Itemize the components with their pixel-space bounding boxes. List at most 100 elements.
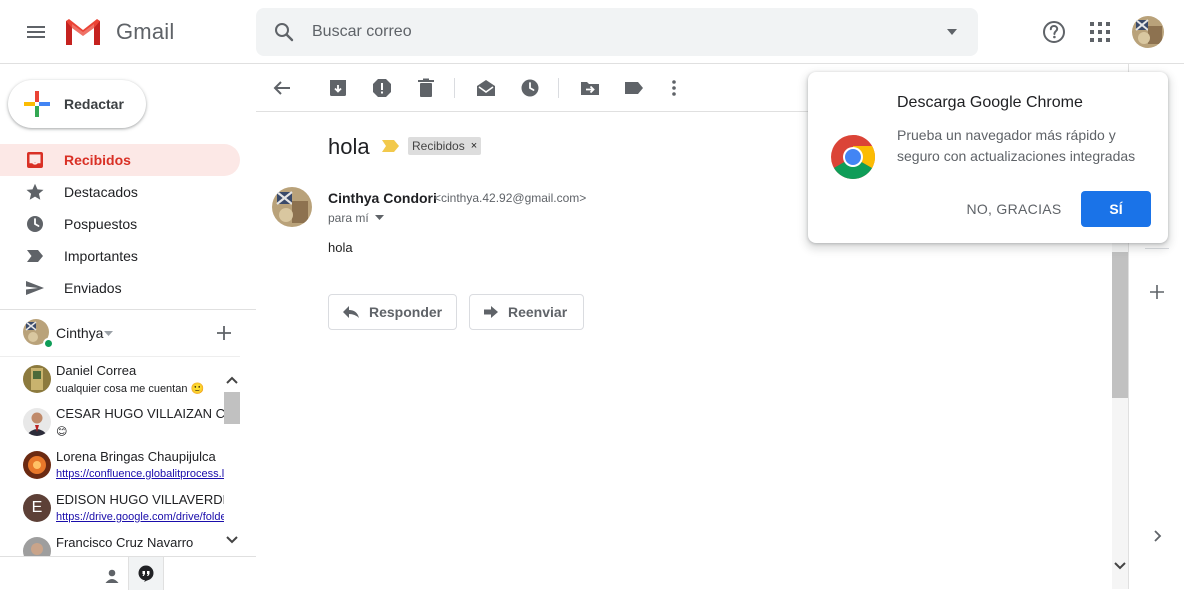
- search-icon[interactable]: [272, 20, 296, 44]
- scrollbar-thumb[interactable]: [224, 392, 240, 424]
- label-tag-icon[interactable]: [622, 76, 646, 100]
- remove-label-icon[interactable]: ×: [471, 140, 477, 152]
- top-header: Gmail: [0, 0, 1184, 64]
- compose-label: Redactar: [64, 96, 124, 112]
- contact-avatar: [23, 365, 51, 393]
- contact-name: Lorena Bringas Chaupijulca: [56, 449, 216, 464]
- clock-icon: [25, 214, 49, 234]
- sidebar-item-label: Recibidos: [64, 152, 131, 168]
- toolbar-separator: [558, 78, 559, 98]
- add-addon-plus-icon[interactable]: [1147, 282, 1167, 302]
- recipient-text: para mí: [328, 211, 369, 225]
- expand-panel-chevron-icon[interactable]: [1149, 528, 1165, 544]
- contact-name: Daniel Correa: [56, 363, 137, 378]
- status-caret-icon[interactable]: [104, 331, 113, 337]
- promo-body: Prueba un navegador más rápido y seguro …: [897, 127, 1136, 164]
- contact-item[interactable]: Lorena Bringas Chaupijulca https://confl…: [0, 443, 224, 486]
- online-status-dot: [43, 338, 54, 349]
- help-button[interactable]: [1038, 16, 1070, 48]
- contact-last-message: 😊: [56, 426, 68, 438]
- sidebar-item-label: Importantes: [64, 248, 138, 264]
- recipient-details[interactable]: para mí: [328, 211, 384, 225]
- important-marker-icon[interactable]: [382, 140, 400, 152]
- more-options-icon[interactable]: [662, 76, 686, 100]
- sender-avatar[interactable]: [272, 187, 312, 227]
- search-bar: [256, 8, 978, 56]
- sidebar-item-important[interactable]: Importantes: [0, 240, 240, 272]
- move-to-icon[interactable]: [578, 76, 602, 100]
- search-input[interactable]: [312, 8, 872, 56]
- left-sidebar: Redactar Recibidos Destacados Pospuestos…: [0, 64, 256, 590]
- sidebar-item-starred[interactable]: Destacados: [0, 176, 240, 208]
- compose-button[interactable]: Redactar: [8, 80, 146, 128]
- toolbar-separator: [454, 78, 455, 98]
- main-menu-button[interactable]: [14, 12, 58, 52]
- contact-last-message-link[interactable]: https://drive.google.com/drive/folde: [56, 511, 224, 523]
- contact-name: CESAR HUGO VILLAIZAN C: [56, 406, 224, 421]
- star-icon: [25, 182, 49, 202]
- promo-accept-button[interactable]: SÍ: [1081, 191, 1151, 227]
- sidebar-divider: [0, 309, 256, 310]
- forward-label: Reenviar: [508, 304, 568, 320]
- sender-name: Cinthya Condori: [328, 190, 437, 206]
- contacts-person-icon[interactable]: [96, 563, 128, 589]
- archive-icon[interactable]: [326, 76, 350, 100]
- back-arrow-icon[interactable]: [270, 76, 294, 100]
- sidebar-item-label: Destacados: [64, 184, 138, 200]
- sidebar-item-label: Enviados: [64, 280, 122, 296]
- gmail-logo[interactable]: Gmail: [64, 16, 174, 48]
- add-conversation-icon[interactable]: [216, 325, 232, 341]
- forward-button[interactable]: Reenviar: [469, 294, 584, 330]
- delete-icon[interactable]: [414, 76, 438, 100]
- snooze-clock-icon[interactable]: [518, 76, 542, 100]
- contact-last-message-link[interactable]: https://confluence.globalitprocess.l: [56, 468, 224, 480]
- email-body: hola: [328, 240, 353, 255]
- sidebar-item-inbox[interactable]: Recibidos: [0, 144, 240, 176]
- hangouts-profile[interactable]: Cinthya: [0, 316, 256, 352]
- contacts-scrollbar[interactable]: [224, 368, 240, 556]
- hangouts-username: Cinthya: [56, 325, 104, 341]
- sidebar-item-snoozed[interactable]: Pospuestos: [0, 208, 240, 240]
- avatar-image: [1132, 16, 1164, 48]
- chrome-promo-dialog: Descarga Google Chrome Prueba un navegad…: [808, 72, 1168, 243]
- mark-as-unread-icon[interactable]: [474, 76, 498, 100]
- contact-last-message: cualquier cosa me cuentan 🙂: [56, 383, 205, 395]
- forward-icon: [484, 306, 498, 318]
- reply-button[interactable]: Responder: [328, 294, 457, 330]
- gmail-wordmark: Gmail: [116, 19, 175, 44]
- send-icon: [25, 278, 49, 298]
- contact-item[interactable]: Daniel Correa cualquier cosa me cuentan …: [0, 357, 224, 400]
- contact-item[interactable]: CESAR HUGO VILLAIZAN C 😊: [0, 400, 224, 443]
- promo-title: Descarga Google Chrome: [897, 94, 1083, 111]
- google-apps-button[interactable]: [1088, 20, 1112, 44]
- contact-name: EDISON HUGO VILLAVERDE: [56, 492, 224, 507]
- hangouts-chat-icon[interactable]: [128, 557, 164, 590]
- account-avatar[interactable]: [1132, 16, 1164, 48]
- compose-plus-icon: [24, 91, 50, 117]
- nav-list: Recibidos Destacados Pospuestos Importan…: [0, 144, 256, 304]
- scroll-down-icon[interactable]: [1112, 558, 1128, 574]
- sidebar-item-sent[interactable]: Enviados: [0, 272, 240, 304]
- label-chip-inbox[interactable]: Recibidos ×: [408, 137, 482, 155]
- rail-divider: [1145, 248, 1169, 249]
- reply-icon: [343, 305, 359, 319]
- apps-grid-icon: [1090, 22, 1110, 42]
- email-subject: hola: [328, 134, 370, 159]
- hangouts-contact-list: Daniel Correa cualquier cosa me cuentan …: [0, 356, 240, 556]
- contact-item[interactable]: Francisco Cruz Navarro: [0, 529, 224, 556]
- reply-label: Responder: [369, 304, 443, 320]
- contact-initial: E: [31, 499, 43, 516]
- contact-item[interactable]: E EDISON HUGO VILLAVERDE https://drive.g…: [0, 486, 224, 529]
- sidebar-item-label: Pospuestos: [64, 216, 138, 232]
- contact-avatar: [23, 451, 51, 479]
- chrome-logo-icon: [830, 134, 876, 180]
- contact-avatar: [23, 408, 51, 436]
- scrollbar-thumb[interactable]: [1112, 252, 1128, 398]
- report-spam-icon[interactable]: [370, 76, 394, 100]
- search-options-caret-icon[interactable]: [946, 26, 958, 38]
- promo-decline-button[interactable]: NO, GRACIAS: [958, 191, 1070, 227]
- label-chip-text: Recibidos: [412, 139, 465, 153]
- contact-avatar: [23, 537, 51, 556]
- scroll-up-icon[interactable]: [224, 372, 240, 388]
- scroll-down-icon[interactable]: [224, 532, 240, 548]
